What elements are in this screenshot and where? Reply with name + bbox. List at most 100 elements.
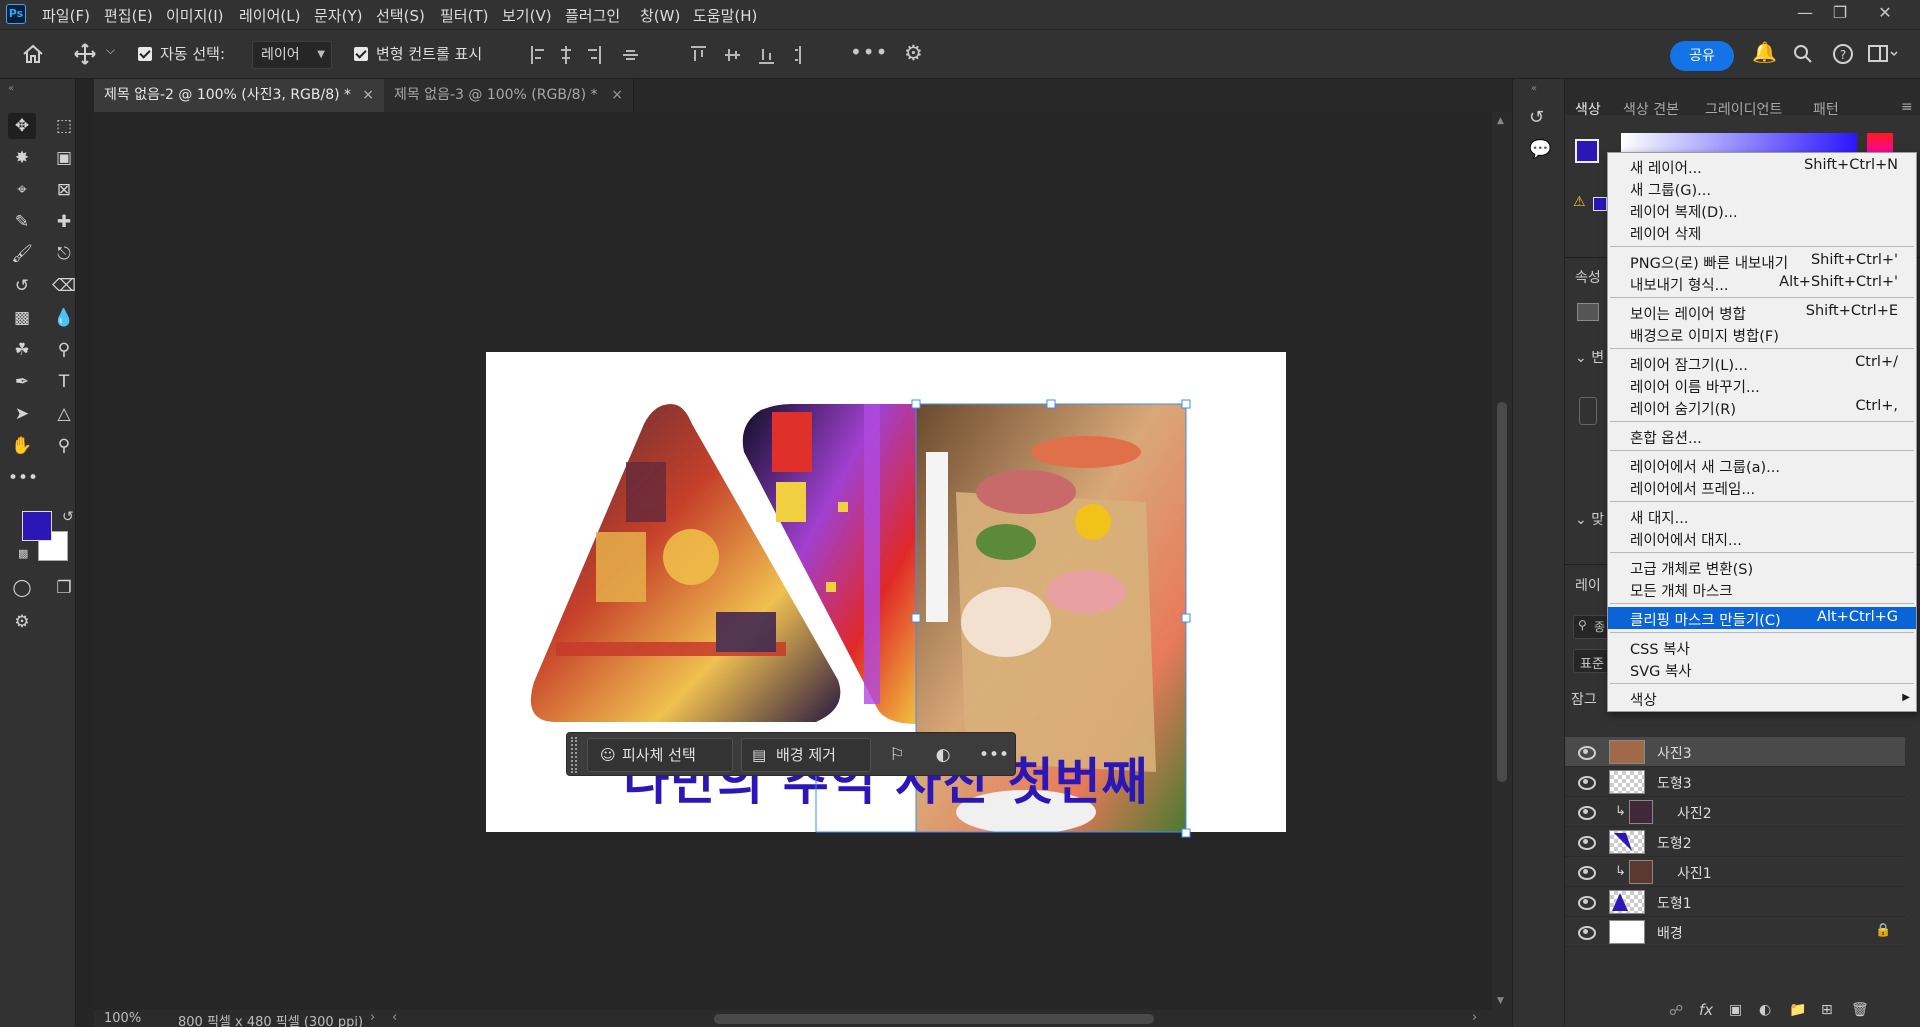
generative-fill-icon[interactable]: ⚙ [8, 609, 36, 635]
context-menu-item[interactable]: 레이어 삭제 [1608, 221, 1916, 243]
help-icon[interactable]: ? [1832, 43, 1854, 65]
remove-background-button[interactable]: ▤ 배경 제거 [741, 738, 871, 772]
align-icons-group[interactable] [530, 45, 640, 65]
fx-icon[interactable]: fx [1699, 1001, 1713, 1019]
eraser-tool-icon[interactable]: ⌫ [50, 273, 78, 299]
search-icon[interactable] [1793, 44, 1813, 64]
default-colors-icon[interactable]: ▩ [18, 547, 28, 560]
menu-file[interactable]: 파일(F) [42, 5, 90, 26]
menu-filter[interactable]: 필터(T) [440, 5, 488, 26]
eye-icon[interactable] [1577, 774, 1596, 790]
layer-row[interactable]: 도형2 [1565, 827, 1905, 857]
context-menu-item[interactable]: 레이어 복제(D)... [1608, 199, 1916, 221]
select-subject-button[interactable]: ☺ 피사체 선택 [587, 738, 733, 772]
gear-icon[interactable]: ⚙ [904, 41, 923, 65]
layer-name[interactable]: 사진1 [1677, 863, 1712, 883]
auto-select-dropdown[interactable]: 레이어 ▼ [252, 41, 332, 69]
vertical-scroll-thumb[interactable] [1497, 402, 1507, 782]
eye-icon[interactable] [1577, 894, 1596, 910]
tab-gradients[interactable]: 그레이디언트 [1705, 99, 1782, 119]
more-options-icon[interactable]: ••• [979, 742, 1009, 768]
collapse-icon[interactable]: « [1531, 83, 1537, 94]
scroll-up-icon[interactable]: ▲ [1497, 116, 1504, 126]
context-menu-item[interactable]: 새 그룹(G)... [1608, 177, 1916, 199]
transform-section-label[interactable]: ⌄ 변 [1575, 347, 1604, 367]
tab-color[interactable]: 색상 [1575, 99, 1601, 119]
layer-name[interactable]: 도형1 [1657, 893, 1692, 913]
restore-icon[interactable]: ❐ [1825, 2, 1855, 24]
layer-name[interactable]: 사진2 [1677, 803, 1712, 823]
menu-type[interactable]: 문자(Y) [314, 5, 362, 26]
path-select-tool-icon[interactable]: ➤ [8, 401, 36, 427]
quick-mask-icon[interactable]: ◯ [8, 575, 36, 601]
auto-select-checkbox[interactable] [138, 47, 152, 61]
layer-name[interactable]: 배경 [1657, 923, 1683, 943]
chevron-right-icon[interactable]: › [1472, 1010, 1477, 1025]
eye-icon[interactable] [1577, 804, 1596, 820]
distribute-icons-group[interactable] [690, 45, 820, 65]
context-menu-item[interactable]: 모든 개체 마스크 [1608, 578, 1916, 600]
new-layer-icon[interactable]: ⊞ [1821, 1002, 1833, 1018]
menu-help[interactable]: 도움말(H) [693, 5, 757, 26]
move-tool-icon[interactable] [74, 43, 96, 65]
canvas-area[interactable]: 나만의 추억 사진 첫번째 ☺ 피사체 선택 ▤ 배경 제거 ⚐ ◐ ••• [94, 112, 1492, 1010]
layer-row[interactable]: ↳ 사진2 [1565, 797, 1905, 827]
collapse-icon[interactable]: « [8, 83, 14, 94]
more-options-icon[interactable]: ••• [850, 40, 888, 64]
context-menu-item[interactable]: 레이어 잠그기(L)... Ctrl+/ [1608, 352, 1916, 374]
menu-view[interactable]: 보기(V) [502, 5, 552, 26]
context-menu-item[interactable]: 클리핑 마스크 만들기(C) Alt+Ctrl+G [1608, 607, 1916, 629]
history-panel-icon[interactable]: ↺ [1529, 107, 1544, 128]
link-layers-icon[interactable]: ☍ [1669, 1003, 1683, 1019]
context-menu-item[interactable]: 레이어 이름 바꾸기... [1608, 374, 1916, 396]
zoom-tool-icon[interactable]: ⚲ [50, 433, 78, 459]
scroll-down-icon[interactable]: ▼ [1497, 996, 1504, 1006]
tab-document-3[interactable]: 제목 없음-3 @ 100% (RGB/8) * × [384, 79, 634, 112]
chevron-right-icon[interactable]: › [370, 1010, 375, 1025]
layer-row[interactable]: 도형3 [1565, 767, 1905, 797]
context-menu-item[interactable]: 레이어에서 새 그룹(a)... [1608, 454, 1916, 476]
context-menu-item[interactable]: PNG으(로) 빠른 내보내기 Shift+Ctrl+' [1608, 250, 1916, 272]
context-menu-item[interactable]: 레이어 숨기기(R) Ctrl+, [1608, 396, 1916, 418]
context-menu-item[interactable]: 레이어에서 대지... [1608, 527, 1916, 549]
adjustment-icon[interactable]: ◐ [931, 742, 955, 768]
menu-plugins[interactable]: 플러그인 [565, 5, 620, 26]
menu-window[interactable]: 창(W) [640, 5, 680, 26]
link-icon[interactable] [1579, 397, 1597, 425]
context-menu-item[interactable]: CSS 복사 [1608, 636, 1916, 658]
menu-select[interactable]: 선택(S) [376, 5, 425, 26]
context-menu-item[interactable]: 새 대지... [1608, 505, 1916, 527]
context-menu-item[interactable]: 배경으로 이미지 병합(F) [1608, 323, 1916, 345]
blur-tool-icon[interactable]: 💧 [50, 305, 78, 331]
eyedropper-tool-icon[interactable]: ✎ [8, 209, 36, 235]
context-menu-item[interactable]: SVG 복사 [1608, 658, 1916, 680]
context-menu-item[interactable]: 새 레이어... Shift+Ctrl+N [1608, 155, 1916, 177]
panel-menu-icon[interactable]: ≡ [1901, 99, 1913, 115]
eye-icon[interactable] [1577, 744, 1596, 760]
trash-icon[interactable]: 🗑 [1851, 1002, 1869, 1018]
minimize-icon[interactable]: — [1790, 2, 1820, 24]
close-tab-icon[interactable]: × [611, 79, 623, 112]
vertical-scrollbar[interactable]: ▲ ▼ [1492, 112, 1512, 1010]
layer-row[interactable]: 도형1 [1565, 887, 1905, 917]
dodge-tool-icon[interactable]: ⚲ [50, 337, 78, 363]
chevron-down-icon[interactable]: ⌵ [106, 43, 115, 58]
bell-icon[interactable]: 🔔 [1752, 40, 1777, 64]
move-tool-icon[interactable]: ✥ [8, 113, 36, 139]
properties-label[interactable]: 속성 [1575, 267, 1601, 287]
quick-select-tool-icon[interactable]: ✸ [8, 145, 36, 171]
close-tab-icon[interactable]: × [362, 79, 374, 112]
transform-icon[interactable]: ⚐ [885, 742, 909, 768]
paint-bucket-tool-icon[interactable]: ☘ [8, 337, 36, 363]
adjustment-layer-icon[interactable]: ◐ [1759, 1002, 1771, 1018]
chevron-left-icon[interactable]: ‹ [392, 1010, 397, 1025]
close-window-icon[interactable]: ✕ [1870, 2, 1900, 24]
drag-handle-icon[interactable] [571, 737, 577, 773]
share-button[interactable]: 공유 [1670, 41, 1734, 71]
panel-foreground-swatch[interactable] [1575, 139, 1599, 163]
transform-controls-checkbox[interactable] [354, 47, 368, 61]
tab-patterns[interactable]: 패턴 [1813, 99, 1839, 119]
hand-tool-icon[interactable]: ✋ [8, 433, 36, 459]
pen-tool-icon[interactable]: ✒ [8, 369, 36, 395]
align-section-label[interactable]: ⌄ 맞 [1575, 509, 1604, 529]
